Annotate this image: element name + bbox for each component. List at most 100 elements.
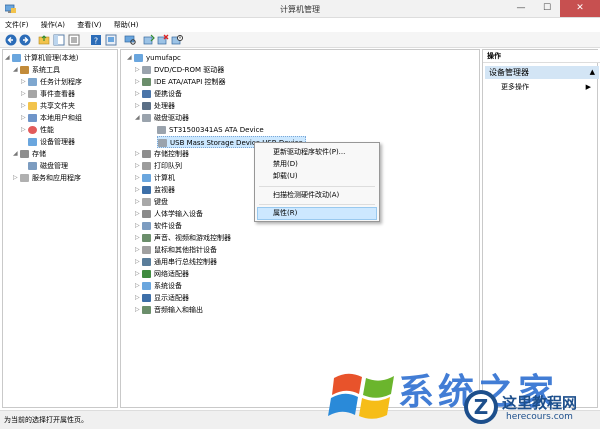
device-category-audio-io[interactable]: ▷ 音频输入和输出 — [135, 304, 203, 316]
tree-services-apps[interactable]: ▷ 服务和应用程序 — [13, 172, 81, 184]
menu-bar: 文件(F) 操作(A) 查看(V) 帮助(H) — [0, 18, 600, 32]
device-st31500341as[interactable]: ST31500341AS ATA Device — [157, 124, 264, 136]
site-logo-icon: Z — [464, 390, 498, 424]
printer-icon — [142, 162, 151, 170]
storage-controller-icon — [142, 150, 151, 158]
hard-disk-icon — [157, 126, 166, 134]
ide-controller-icon — [142, 78, 151, 86]
menu-action[interactable]: 操作(A) — [36, 18, 70, 32]
device-category-processor[interactable]: ▷ 处理器 — [135, 100, 175, 112]
status-text: 为当前的选择打开属性页。 — [4, 416, 88, 424]
actions-header: 操作 — [483, 50, 600, 63]
keyboard-icon — [142, 198, 151, 206]
device-category-system[interactable]: ▷ 系统设备 — [135, 280, 182, 292]
mouse-icon — [142, 246, 151, 254]
tree-device-manager[interactable]: 设备管理器 — [21, 136, 75, 148]
system-device-icon — [142, 282, 151, 290]
hid-icon — [142, 210, 151, 218]
menu-update-driver[interactable]: 更新驱动程序软件(P)... — [273, 147, 345, 158]
services-icon — [20, 174, 29, 182]
device-category-print-queue[interactable]: ▷ 打印队列 — [135, 160, 182, 172]
tree-event-viewer[interactable]: ▷ 事件查看器 — [21, 88, 75, 100]
clock-icon — [28, 78, 37, 86]
monitor-icon — [142, 186, 151, 194]
submenu-arrow-icon[interactable]: ▶ — [586, 82, 591, 92]
device-category-usb[interactable]: ▷ 通用串行总线控制器 — [135, 256, 217, 268]
device-category-storage-controller[interactable]: ▷ 存储控制器 — [135, 148, 189, 160]
more-actions[interactable]: 更多操作 — [501, 82, 529, 92]
device-manager-icon — [28, 138, 37, 146]
device-category-disk[interactable]: ◢ 磁盘驱动器 — [135, 112, 189, 124]
dvd-drive-icon — [142, 66, 151, 74]
list-view-icon[interactable] — [68, 34, 80, 46]
event-log-icon — [28, 90, 37, 98]
site-url: herecours.com — [506, 412, 573, 422]
context-menu: 更新驱动程序软件(P)... 禁用(D) 卸载(U) 扫描检测硬件改动(A) 属… — [254, 142, 380, 222]
audio-io-icon — [142, 306, 151, 314]
device-category-dvd[interactable]: ▷ DVD/CD-ROM 驱动器 — [135, 64, 224, 76]
device-category-ide[interactable]: ▷ IDE ATA/ATAPI 控制器 — [135, 76, 226, 88]
svg-text:Z: Z — [474, 395, 489, 419]
network-adapter-icon — [142, 270, 151, 278]
up-folder-icon[interactable] — [38, 34, 50, 46]
menu-file[interactable]: 文件(F) — [0, 18, 34, 32]
scan-hardware-icon[interactable] — [124, 34, 136, 46]
back-arrow-icon[interactable] — [5, 34, 17, 46]
console-tree-panel: ◢ 计算机管理(本地) ◢ 系统工具 ▷ 任务计划程序 ▷ 事件查看器 ▷ 共享文件夹 ▷… — [2, 49, 118, 408]
console-tree-icon[interactable] — [105, 34, 117, 46]
collapse-arrow-icon[interactable]: ▲ — [590, 66, 595, 79]
processor-icon — [142, 102, 151, 110]
menu-scan-hardware[interactable]: 扫描检测硬件改动(A) — [273, 190, 339, 201]
menu-uninstall[interactable]: 卸载(U) — [273, 171, 298, 182]
tree-performance[interactable]: ▷ 性能 — [21, 124, 54, 136]
tools-icon — [20, 66, 29, 74]
folder-icon — [28, 102, 37, 110]
windows-logo-watermark-icon — [328, 373, 394, 419]
site-name: 这里教程网 — [502, 394, 578, 412]
tree-system-tools[interactable]: ◢ 系统工具 — [13, 64, 60, 76]
device-category-software[interactable]: ▷ 软件设备 — [135, 220, 182, 232]
device-root[interactable]: ◢ yumufapc — [127, 52, 181, 64]
menu-separator — [259, 204, 375, 205]
device-category-portable[interactable]: ▷ 便携设备 — [135, 88, 182, 100]
tree-storage[interactable]: ◢ 存储 — [13, 148, 46, 160]
uninstall-device-icon[interactable] — [157, 34, 169, 46]
tree-disk-management[interactable]: 磁盘管理 — [21, 160, 68, 172]
disk-drive-icon — [142, 114, 151, 122]
menu-view[interactable]: 查看(V) — [72, 18, 106, 32]
computer-icon — [12, 54, 21, 62]
title-bar: 计算机管理 — ☐ ✕ — [0, 0, 600, 18]
device-category-network[interactable]: ▷ 网络适配器 — [135, 268, 189, 280]
users-icon — [28, 114, 37, 122]
actions-section-device-manager[interactable]: 设备管理器 ▲ — [485, 66, 599, 79]
menu-help[interactable]: 帮助(H) — [109, 18, 144, 32]
software-device-icon — [142, 222, 151, 230]
show-hide-tree-icon[interactable] — [53, 34, 65, 46]
device-category-monitor[interactable]: ▷ 监视器 — [135, 184, 175, 196]
speaker-icon — [142, 234, 151, 242]
help-icon[interactable]: ? — [90, 34, 102, 46]
device-category-keyboard[interactable]: ▷ 键盘 — [135, 196, 168, 208]
device-category-hid[interactable]: ▷ 人体学输入设备 — [135, 208, 203, 220]
menu-properties[interactable]: 属性(R) — [273, 208, 297, 219]
disable-device-icon[interactable] — [171, 34, 183, 46]
menu-disable[interactable]: 禁用(D) — [273, 159, 298, 170]
tree-local-users[interactable]: ▷ 本地用户和组 — [21, 112, 82, 124]
device-category-sound[interactable]: ▷ 声音、视频和游戏控制器 — [135, 232, 231, 244]
computer-icon — [134, 54, 143, 62]
device-category-mouse[interactable]: ▷ 鼠标和其他指针设备 — [135, 244, 217, 256]
usb-icon — [142, 258, 151, 266]
maximize-button[interactable]: ☐ — [534, 0, 560, 17]
update-driver-icon[interactable] — [143, 34, 155, 46]
forward-arrow-icon[interactable] — [19, 34, 31, 46]
device-category-computer[interactable]: ▷ 计算机 — [135, 172, 175, 184]
device-category-display[interactable]: ▷ 显示适配器 — [135, 292, 189, 304]
tree-root[interactable]: ◢ 计算机管理(本地) — [5, 52, 78, 64]
close-button[interactable]: ✕ — [560, 0, 600, 17]
disk-icon — [28, 162, 37, 170]
minimize-button[interactable]: — — [508, 0, 534, 17]
usb-disk-icon — [158, 139, 167, 147]
site-badge: Z 这里教程网 herecours.com — [462, 386, 600, 429]
tree-shared-folders[interactable]: ▷ 共享文件夹 — [21, 100, 75, 112]
tree-task-scheduler[interactable]: ▷ 任务计划程序 — [21, 76, 82, 88]
